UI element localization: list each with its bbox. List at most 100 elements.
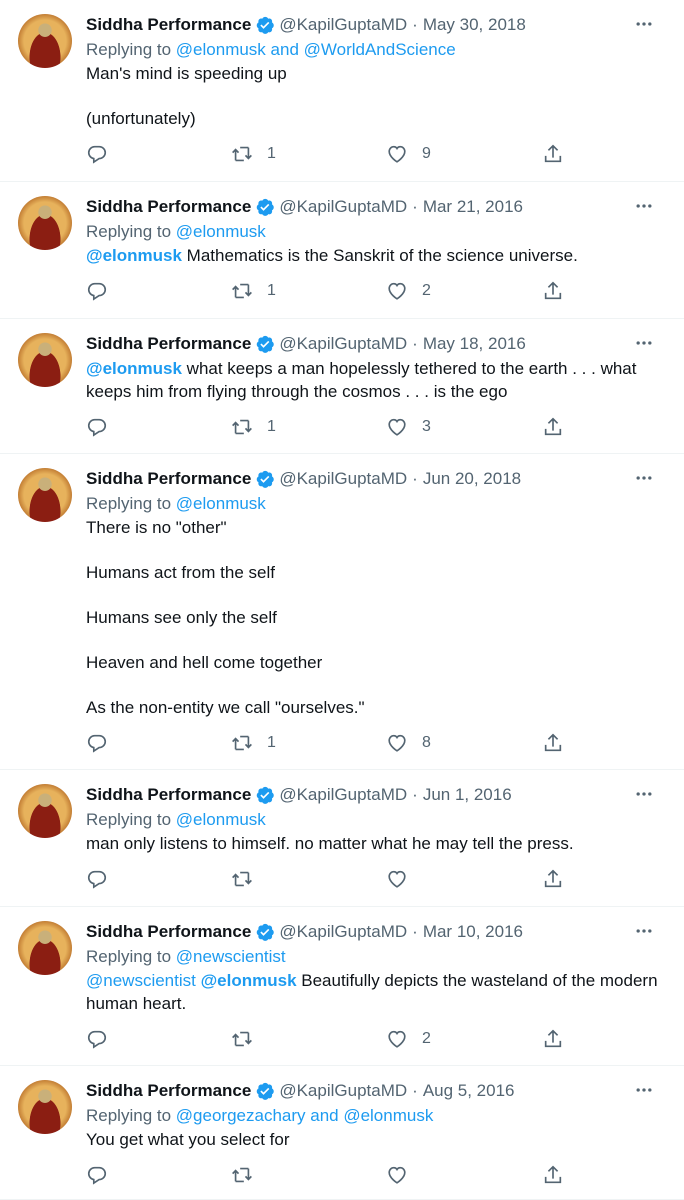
more-icon[interactable] [634,1080,654,1100]
share-button[interactable] [542,1027,564,1051]
mention-link[interactable]: @newscientist [86,971,196,990]
more-icon[interactable] [634,921,654,941]
avatar[interactable] [18,921,72,975]
tweet-date[interactable]: May 18, 2016 [423,334,526,354]
more-icon[interactable] [634,333,654,353]
tweet-feed: Siddha Performance @KapilGuptaMD · May 3… [0,0,684,1200]
reply-button[interactable] [86,279,108,303]
replying-to-label: Replying to [86,1106,172,1125]
share-button[interactable] [542,415,564,439]
replying-to-label: Replying to [86,947,172,966]
author-handle[interactable]: @KapilGuptaMD [279,15,407,35]
retweet-button[interactable]: 1 [231,731,276,755]
reply-icon [87,1166,107,1185]
tweet-paragraph: @elonmusk what keeps a man hopelessly te… [86,357,668,403]
retweet-button[interactable] [231,1163,267,1187]
author-name[interactable]: Siddha Performance [86,469,251,489]
more-icon[interactable] [634,14,654,34]
avatar[interactable] [18,333,72,387]
share-button[interactable] [542,1163,564,1187]
tweet[interactable]: Siddha Performance @KapilGuptaMD · May 1… [0,319,684,454]
tweet[interactable]: Siddha Performance @KapilGuptaMD · Mar 1… [0,907,684,1066]
replying-to-links[interactable]: @elonmusk and @WorldAndScience [176,40,456,59]
author-name[interactable]: Siddha Performance [86,334,251,354]
retweet-button[interactable]: 1 [231,415,276,439]
author-name[interactable]: Siddha Performance [86,785,251,805]
share-icon [544,281,562,300]
replying-to-links[interactable]: @newscientist [176,947,286,966]
reply-button[interactable] [86,415,108,439]
avatar[interactable] [18,468,72,522]
like-button[interactable] [386,1163,422,1187]
like-button[interactable]: 3 [386,415,431,439]
share-button[interactable] [542,867,564,891]
retweet-button[interactable]: 1 [231,279,276,303]
author-handle[interactable]: @KapilGuptaMD [279,922,407,942]
tweet-date[interactable]: Aug 5, 2016 [423,1081,515,1101]
tweet[interactable]: Siddha Performance @KapilGuptaMD · Aug 5… [0,1066,684,1200]
author-handle[interactable]: @KapilGuptaMD [279,1081,407,1101]
share-button[interactable] [542,279,564,303]
more-icon[interactable] [634,196,654,216]
like-button[interactable]: 2 [386,279,431,303]
replying-to-links[interactable]: @elonmusk [176,222,266,241]
tweet[interactable]: Siddha Performance @KapilGuptaMD · Mar 2… [0,182,684,319]
mention-link[interactable]: @elonmusk [201,971,297,990]
replying-to-links[interactable]: @elonmusk [176,494,266,513]
avatar[interactable] [18,14,72,68]
tweet-actions [86,867,668,906]
tweet-header: Siddha Performance @KapilGuptaMD · Jun 2… [86,466,668,492]
replying-to-links[interactable]: @elonmusk [176,810,266,829]
retweet-button[interactable] [231,867,267,891]
reply-button[interactable] [86,731,108,755]
author-handle[interactable]: @KapilGuptaMD [279,785,407,805]
reply-button[interactable] [86,867,108,891]
tweet[interactable]: Siddha Performance @KapilGuptaMD · Jun 1… [0,770,684,907]
tweet-paragraph-text: Heaven and hell come together [86,653,323,672]
like-button[interactable]: 9 [386,142,431,166]
like-button[interactable]: 2 [386,1027,431,1051]
author-handle[interactable]: @KapilGuptaMD [279,334,407,354]
tweet-paragraph: Heaven and hell come together [86,651,668,674]
like-button[interactable] [386,867,422,891]
author-name[interactable]: Siddha Performance [86,15,251,35]
share-button[interactable] [542,731,564,755]
avatar[interactable] [18,196,72,250]
tweet-date[interactable]: May 30, 2018 [423,15,526,35]
author-handle[interactable]: @KapilGuptaMD [279,197,407,217]
tweet-date[interactable]: Mar 10, 2016 [423,922,523,942]
tweet-date[interactable]: Jun 20, 2018 [423,469,521,489]
author-name[interactable]: Siddha Performance [86,1081,251,1101]
tweet-actions [86,1163,668,1199]
verified-badge-icon [257,335,275,353]
share-button[interactable] [542,142,564,166]
retweet-icon [232,283,252,299]
tweet-paragraph-text: (unfortunately) [86,109,196,128]
tweet-date[interactable]: Mar 21, 2016 [423,197,523,217]
mention-link[interactable]: @elonmusk [86,246,182,265]
more-icon[interactable] [634,784,654,804]
avatar[interactable] [18,1080,72,1134]
author-handle[interactable]: @KapilGuptaMD [279,469,407,489]
mention-link[interactable]: @elonmusk [86,359,182,378]
share-icon [544,1165,562,1184]
retweet-button[interactable] [231,1027,267,1051]
author-name[interactable]: Siddha Performance [86,922,251,942]
replying-to-label: Replying to [86,222,172,241]
replying-to-links[interactable]: @georgezachary and @elonmusk [176,1106,434,1125]
author-name[interactable]: Siddha Performance [86,197,251,217]
separator-dot: · [412,334,418,353]
tweet[interactable]: Siddha Performance @KapilGuptaMD · May 3… [0,0,684,182]
reply-button[interactable] [86,1027,108,1051]
more-icon[interactable] [634,468,654,488]
like-button[interactable]: 8 [386,731,431,755]
tweet[interactable]: Siddha Performance @KapilGuptaMD · Jun 2… [0,454,684,770]
avatar[interactable] [18,784,72,838]
reply-button[interactable] [86,142,108,166]
reply-icon [87,1030,107,1049]
tweet-text: Man's mind is speeding up (unfortunately) [86,62,668,130]
reply-button[interactable] [86,1163,108,1187]
separator-dot: · [412,1081,418,1100]
retweet-button[interactable]: 1 [231,142,276,166]
tweet-date[interactable]: Jun 1, 2016 [423,785,512,805]
